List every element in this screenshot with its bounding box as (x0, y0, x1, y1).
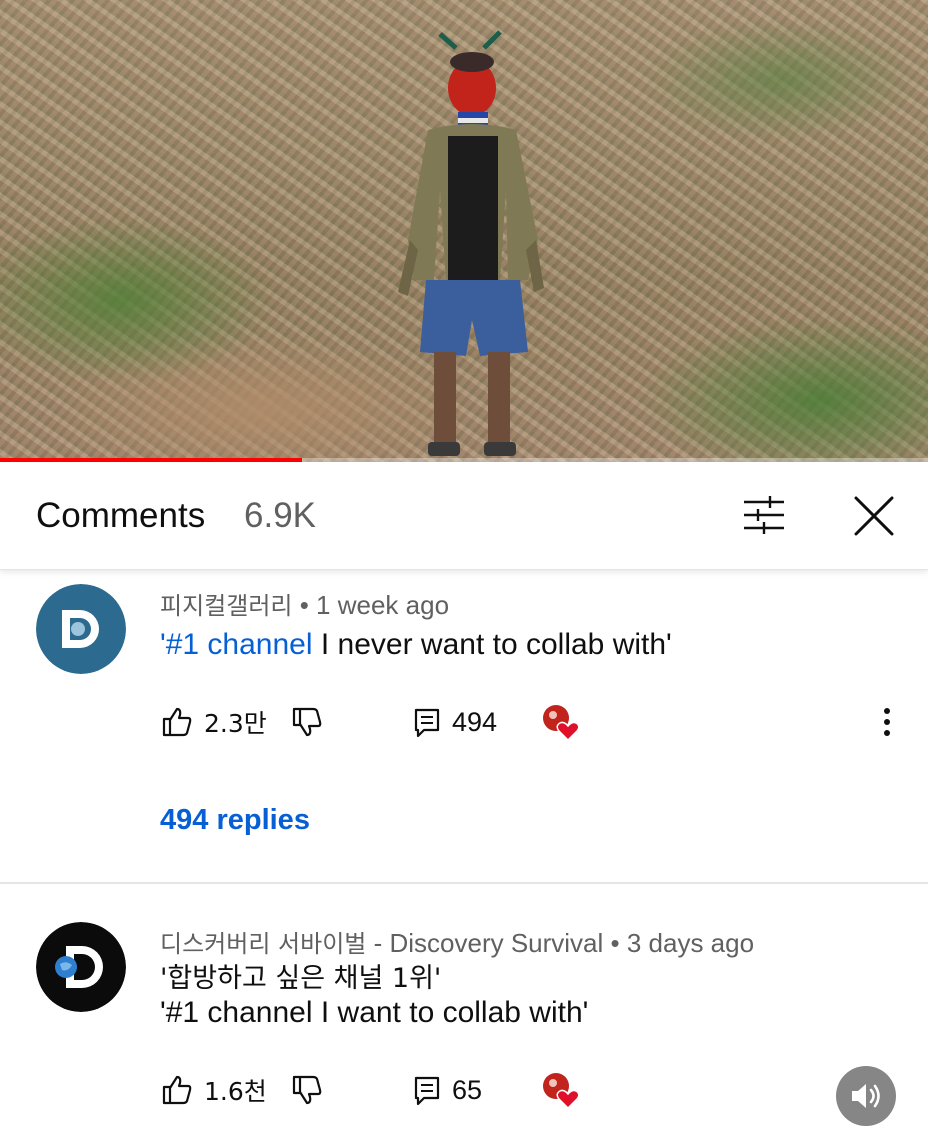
meta-separator: • (603, 928, 627, 958)
unmute-button[interactable] (836, 1066, 896, 1126)
close-icon (854, 496, 894, 536)
comment-item: 디스커버리 서바이벌 - Discovery Survival • 3 days… (0, 884, 928, 1140)
comments-title: Comments (36, 496, 206, 535)
sliders-icon (744, 496, 784, 534)
dislike-button[interactable] (290, 1070, 324, 1110)
discovery-logo-icon (36, 922, 126, 1012)
avatar[interactable] (36, 584, 126, 674)
comment-text-line-2: '#1 channel I want to collab with' (160, 996, 589, 1029)
like-button[interactable]: 2.3만 (160, 702, 267, 742)
comment-actions: 2.3만 494 (160, 702, 900, 742)
comment-meta: 피지컬갤러리 • 1 week ago (160, 586, 449, 621)
comment-item: 피지컬갤러리 • 1 week ago '#1 channel I never … (0, 572, 928, 882)
comment-text: '#1 channel I never want to collab with' (160, 628, 672, 662)
reply-button[interactable]: 65 (412, 1070, 482, 1110)
avatar[interactable] (36, 922, 126, 1012)
dislike-button[interactable] (290, 702, 324, 742)
comment-author-suffix[interactable]: - Discovery Survival (366, 928, 604, 958)
comment-icon (414, 1076, 440, 1106)
more-options-button[interactable] (872, 702, 902, 742)
comment-author[interactable]: 피지컬갤러리 (160, 592, 292, 620)
thumbs-up-icon (162, 1075, 192, 1105)
sort-filter-button[interactable] (736, 490, 792, 540)
comment-time: 3 days ago (626, 928, 755, 958)
comment-author[interactable]: 디스커버리 서바이벌 (160, 930, 366, 958)
creator-heart-icon (543, 705, 580, 742)
more-vert-icon (884, 708, 890, 736)
comments-header: Comments 6.9K (0, 462, 928, 570)
creator-heart-icon (543, 1073, 580, 1110)
like-count: 2.3만 (204, 709, 267, 738)
video-player[interactable] (0, 0, 928, 462)
comment-actions: 1.6천 65 (160, 1070, 900, 1110)
thumbs-down-icon (292, 707, 322, 737)
comment-text-line-1: '합방하고 싶은 채널 1위' (160, 963, 442, 994)
reply-button[interactable]: 494 (412, 702, 497, 742)
like-button[interactable]: 1.6천 (160, 1070, 267, 1110)
comment-text-rest: I never want to collab with' (312, 628, 672, 661)
thumbs-up-icon (162, 707, 192, 737)
like-count: 1.6천 (204, 1077, 267, 1106)
reply-count: 65 (452, 1074, 483, 1105)
comment-time: 1 week ago (316, 590, 450, 620)
comment-icon (414, 708, 440, 738)
creator-heart (540, 1070, 582, 1110)
discovery-logo-icon (36, 584, 126, 674)
hashtag-link[interactable]: '#1 channel (160, 628, 313, 661)
view-replies-link[interactable]: 494 replies (160, 804, 310, 837)
meta-separator: • (292, 590, 317, 620)
comment-meta: 디스커버리 서바이벌 - Discovery Survival • 3 days… (160, 924, 754, 959)
video-frame-person (398, 30, 544, 456)
reply-count: 494 (452, 706, 498, 737)
creator-heart (540, 702, 582, 742)
thumbs-down-icon (292, 1075, 322, 1105)
close-comments-button[interactable] (846, 490, 902, 546)
volume-icon (852, 1084, 880, 1108)
comments-count: 6.9K (244, 496, 316, 535)
